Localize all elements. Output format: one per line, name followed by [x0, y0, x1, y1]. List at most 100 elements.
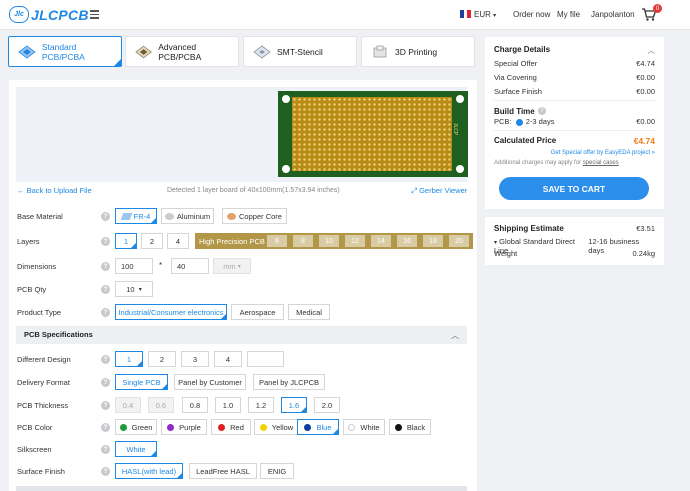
easyeda-offer-link[interactable]: Get Special offer by EasyEDA project »: [494, 150, 655, 156]
pcb-board-icon: [135, 45, 152, 58]
help-icon[interactable]: ?: [101, 285, 110, 294]
different-design-option[interactable]: 1: [115, 351, 143, 367]
product-type-industrial[interactable]: Industrial/Consumer electronics: [115, 304, 227, 320]
color-option-black[interactable]: Black: [389, 419, 431, 435]
thickness-option[interactable]: 0.8: [182, 397, 208, 413]
color-swatch: [218, 423, 226, 431]
tab-advanced-pcb[interactable]: Advanced PCB/PCBA: [125, 36, 239, 67]
color-option-blue[interactable]: Blue: [297, 419, 339, 435]
surface-finish-option[interactable]: LeadFree HASL: [189, 463, 257, 479]
charge-line-value: €4.74: [636, 59, 655, 68]
layers-option[interactable]: 14: [371, 235, 391, 247]
user-menu[interactable]: Janpolanton: [591, 10, 635, 19]
surface-finish-option[interactable]: HASL(with lead): [115, 463, 183, 479]
silkscreen-option-white[interactable]: White: [115, 441, 157, 457]
charge-line: Surface Finish €0.00: [494, 87, 655, 96]
help-icon[interactable]: ?: [101, 237, 110, 246]
calculated-price-value: €4.74: [633, 136, 655, 146]
thickness-option[interactable]: 1.6: [281, 397, 307, 413]
gerber-viewer-link[interactable]: ⤢ Gerber Viewer: [411, 186, 467, 196]
help-icon[interactable]: ?: [101, 378, 110, 387]
delivery-format-option[interactable]: Panel by JLCPCB: [253, 374, 325, 390]
help-icon[interactable]: ?: [537, 107, 546, 115]
special-cases-link[interactable]: special cases: [583, 160, 619, 166]
build-time-title: Build Time: [494, 107, 535, 116]
color-option-purple[interactable]: Purple: [161, 419, 207, 435]
pcb-thickness-label: PCB Thickness: [17, 401, 69, 410]
build-price: €0.00: [636, 117, 655, 126]
help-icon[interactable]: ?: [101, 423, 110, 432]
help-icon[interactable]: ?: [101, 355, 110, 364]
save-to-cart-button[interactable]: SAVE TO CART: [499, 177, 649, 200]
layers-option[interactable]: 8: [293, 235, 313, 247]
board-mark: JLCP: [452, 123, 458, 136]
layers-option[interactable]: 20: [449, 235, 469, 247]
help-icon[interactable]: ?: [101, 308, 110, 317]
layers-option[interactable]: 2: [141, 233, 163, 249]
logo[interactable]: Jlc JLCPCB: [9, 6, 89, 23]
color-option-green[interactable]: Green: [115, 419, 157, 435]
charge-details-header[interactable]: Charge Details ︿: [494, 45, 655, 56]
layers-option[interactable]: 12: [345, 235, 365, 247]
base-material-aluminum[interactable]: Aluminum: [161, 208, 214, 224]
surface-finish-option[interactable]: ENIG: [260, 463, 294, 479]
layers-option[interactable]: 1: [115, 233, 137, 249]
option-label: Purple: [179, 422, 201, 432]
high-precision-label: High Precision PCB: [199, 237, 265, 246]
charge-details-panel: Charge Details ︿ Special Offer €4.74 Via …: [485, 37, 664, 209]
color-swatch: [348, 423, 356, 431]
build-time-option[interactable]: PCB: 2-3 days €0.00: [494, 117, 655, 126]
thickness-option[interactable]: 2.0: [314, 397, 340, 413]
color-swatch: [304, 423, 312, 431]
different-design-option[interactable]: 3: [181, 351, 209, 367]
dimension-height-input[interactable]: 40: [171, 258, 209, 274]
pcb-specifications-header[interactable]: PCB Specifications ︿: [16, 326, 467, 344]
unit-select[interactable]: mm ▾: [213, 258, 251, 274]
option-label: Aluminum: [176, 211, 211, 221]
base-material-copper-core[interactable]: Copper Core: [222, 208, 287, 224]
thickness-option[interactable]: 1.2: [248, 397, 274, 413]
help-icon[interactable]: ?: [101, 467, 110, 476]
delivery-format-option[interactable]: Single PCB: [115, 374, 168, 390]
product-type-aerospace[interactable]: Aerospace: [231, 304, 284, 320]
my-file-link[interactable]: My file: [557, 10, 580, 19]
layers-option[interactable]: 6: [267, 235, 287, 247]
different-design-option[interactable]: 4: [214, 351, 242, 367]
thickness-option[interactable]: 1.0: [215, 397, 241, 413]
dimension-width-input[interactable]: 100: [115, 258, 153, 274]
color-option-red[interactable]: Red: [211, 419, 251, 435]
help-icon[interactable]: ?: [101, 445, 110, 454]
color-option-yellow[interactable]: Yellow: [254, 419, 299, 435]
different-design-option[interactable]: 2: [148, 351, 176, 367]
pcb-config-panel: JLCP ← Back to Upload File Detected 1 la…: [9, 80, 477, 491]
pcb-qty-select[interactable]: 10 ▾: [115, 281, 153, 297]
cart-icon[interactable]: 0: [641, 4, 662, 22]
tab-3d-printing-label: 3D Printing: [395, 46, 438, 57]
layers-option[interactable]: 4: [167, 233, 189, 249]
layers-option[interactable]: 18: [423, 235, 443, 247]
product-type-medical[interactable]: Medical: [288, 304, 330, 320]
currency-select[interactable]: EUR ▾: [474, 10, 496, 19]
help-icon[interactable]: ?: [101, 401, 110, 410]
material-icon: [120, 212, 132, 220]
tab-standard-pcb[interactable]: Standard PCB/PCBA: [8, 36, 122, 67]
thickness-option[interactable]: 0.4: [115, 397, 141, 413]
different-design-custom-input[interactable]: [247, 351, 284, 367]
base-material-fr4[interactable]: FR-4: [115, 208, 157, 224]
order-now-link[interactable]: Order now: [513, 10, 550, 19]
unit-label: mm: [223, 261, 236, 271]
layers-option[interactable]: 16: [397, 235, 417, 247]
delivery-format-option[interactable]: Panel by Customer: [174, 374, 246, 390]
weight-label: Weight: [494, 249, 518, 258]
tab-3d-printing[interactable]: 3D Printing: [361, 36, 475, 67]
help-icon[interactable]: ?: [101, 212, 110, 221]
color-option-white[interactable]: White: [343, 419, 385, 435]
thickness-option[interactable]: 0.6: [148, 397, 174, 413]
layers-option[interactable]: 10: [319, 235, 339, 247]
menu-icon[interactable]: [90, 10, 99, 19]
tab-smt-stencil[interactable]: SMT-Stencil: [243, 36, 357, 67]
help-icon[interactable]: ?: [101, 262, 110, 271]
weight-line: Weight 0.24kg: [494, 249, 655, 258]
high-precision-strip: High Precision PCB 6 8 10 12 14 16 18 20: [195, 233, 473, 249]
back-to-upload-link[interactable]: ← Back to Upload File: [17, 186, 92, 195]
